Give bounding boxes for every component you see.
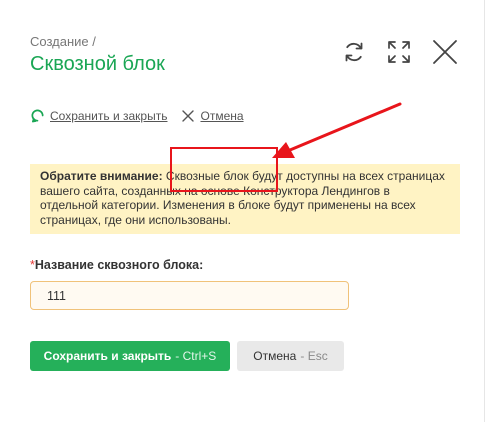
block-name-label-text: Название сквозного блока: xyxy=(34,258,204,272)
expand-button[interactable] xyxy=(386,38,412,66)
save-button-hint: - Ctrl+S xyxy=(175,349,217,363)
block-name-label: *Название сквозного блока: xyxy=(30,258,203,272)
cancel-button[interactable]: Отмена - Esc xyxy=(237,341,344,371)
save-refresh-icon xyxy=(31,109,44,123)
save-close-label: Сохранить и закрыть xyxy=(50,108,168,123)
save-button[interactable]: Сохранить и закрыть - Ctrl+S xyxy=(30,341,230,371)
notice-strong: Обратите внимание: xyxy=(40,169,163,183)
save-button-label: Сохранить и закрыть xyxy=(43,349,172,363)
expand-icon xyxy=(388,41,410,63)
page-title: Сквозной блок xyxy=(30,53,165,75)
top-actions: Сохранить и закрыть Отмена xyxy=(30,108,244,123)
cancel-label: Отмена xyxy=(200,108,244,123)
cancel-button-label: Отмена xyxy=(253,349,297,363)
refresh-button[interactable] xyxy=(341,38,367,66)
page-edge xyxy=(484,0,491,422)
cancel-link[interactable]: Отмена xyxy=(181,108,244,123)
save-close-link[interactable]: Сохранить и закрыть xyxy=(30,108,167,123)
x-icon xyxy=(182,109,195,122)
panel-divider xyxy=(484,0,485,422)
refresh-icon xyxy=(345,42,363,62)
block-name-input[interactable] xyxy=(30,281,349,310)
notice-box: Обратите внимание: Сквозные блок будут д… xyxy=(30,164,460,234)
close-button[interactable] xyxy=(432,38,458,66)
close-icon xyxy=(433,40,457,64)
screenshot: Создание / Сквозной блок Сохранить и зак… xyxy=(0,0,491,422)
breadcrumb: Создание / xyxy=(30,34,96,49)
cancel-button-hint: - Esc xyxy=(300,349,328,363)
modal-panel: Создание / Сквозной блок Сохранить и зак… xyxy=(0,0,484,422)
